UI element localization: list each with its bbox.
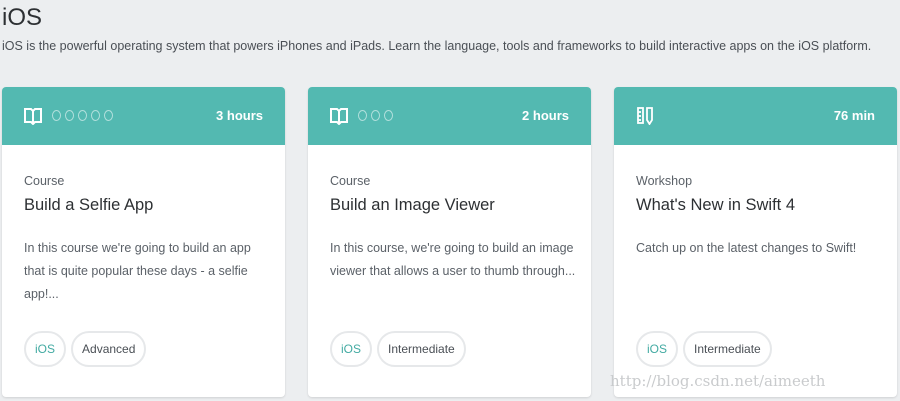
ruler-pencil-icon bbox=[636, 107, 654, 126]
page-title: iOS bbox=[2, 4, 43, 31]
page-description: iOS is the powerful operating system tha… bbox=[2, 39, 872, 53]
book-icon bbox=[24, 107, 42, 126]
watermark: http://blog.csdn.net/aimeeth bbox=[610, 372, 826, 390]
course-card[interactable]: 2 hours Course Build an Image Viewer In … bbox=[308, 87, 591, 397]
difficulty-dots bbox=[358, 110, 393, 121]
card-tags: iOS Intermediate bbox=[636, 331, 772, 367]
card-description: In this course we're going to build an a… bbox=[24, 241, 251, 301]
difficulty-dots bbox=[52, 110, 113, 121]
tag-intermediate[interactable]: Intermediate bbox=[683, 331, 772, 367]
tag-ios[interactable]: iOS bbox=[636, 331, 679, 367]
card-type: Workshop bbox=[636, 174, 693, 188]
card-header: 76 min bbox=[614, 87, 897, 145]
card-tags: iOS Advanced bbox=[24, 331, 147, 367]
card-title[interactable]: Build an Image Viewer bbox=[330, 196, 495, 215]
rating-dot bbox=[91, 110, 100, 121]
duration: 3 hours bbox=[216, 108, 263, 123]
card-title[interactable]: Build a Selfie App bbox=[24, 196, 153, 215]
rating-dot bbox=[65, 110, 74, 121]
duration: 2 hours bbox=[522, 108, 569, 123]
course-card[interactable]: 3 hours Course Build a Selfie App In thi… bbox=[2, 87, 285, 397]
course-card[interactable]: 76 min Workshop What's New in Swift 4 Ca… bbox=[614, 87, 897, 397]
tag-advanced[interactable]: Advanced bbox=[71, 331, 147, 367]
tag-intermediate[interactable]: Intermediate bbox=[377, 331, 466, 367]
card-title[interactable]: What's New in Swift 4 bbox=[636, 196, 795, 215]
rating-dot bbox=[371, 110, 380, 121]
tag-ios[interactable]: iOS bbox=[24, 331, 67, 367]
book-icon bbox=[330, 107, 348, 126]
rating-dot bbox=[384, 110, 393, 121]
card-header: 3 hours bbox=[2, 87, 285, 145]
card-type: Course bbox=[330, 174, 371, 188]
card-header: 2 hours bbox=[308, 87, 591, 145]
rating-dot bbox=[52, 110, 61, 121]
duration: 76 min bbox=[833, 108, 875, 123]
card-tags: iOS Intermediate bbox=[330, 331, 466, 367]
card-description: Catch up on the latest changes to Swift! bbox=[636, 241, 857, 255]
rating-dot bbox=[358, 110, 367, 121]
rating-dot bbox=[104, 110, 113, 121]
rating-dot bbox=[78, 110, 87, 121]
card-type: Course bbox=[24, 174, 65, 188]
tag-ios[interactable]: iOS bbox=[330, 331, 373, 367]
card-description: In this course, we're going to build an … bbox=[330, 241, 576, 278]
